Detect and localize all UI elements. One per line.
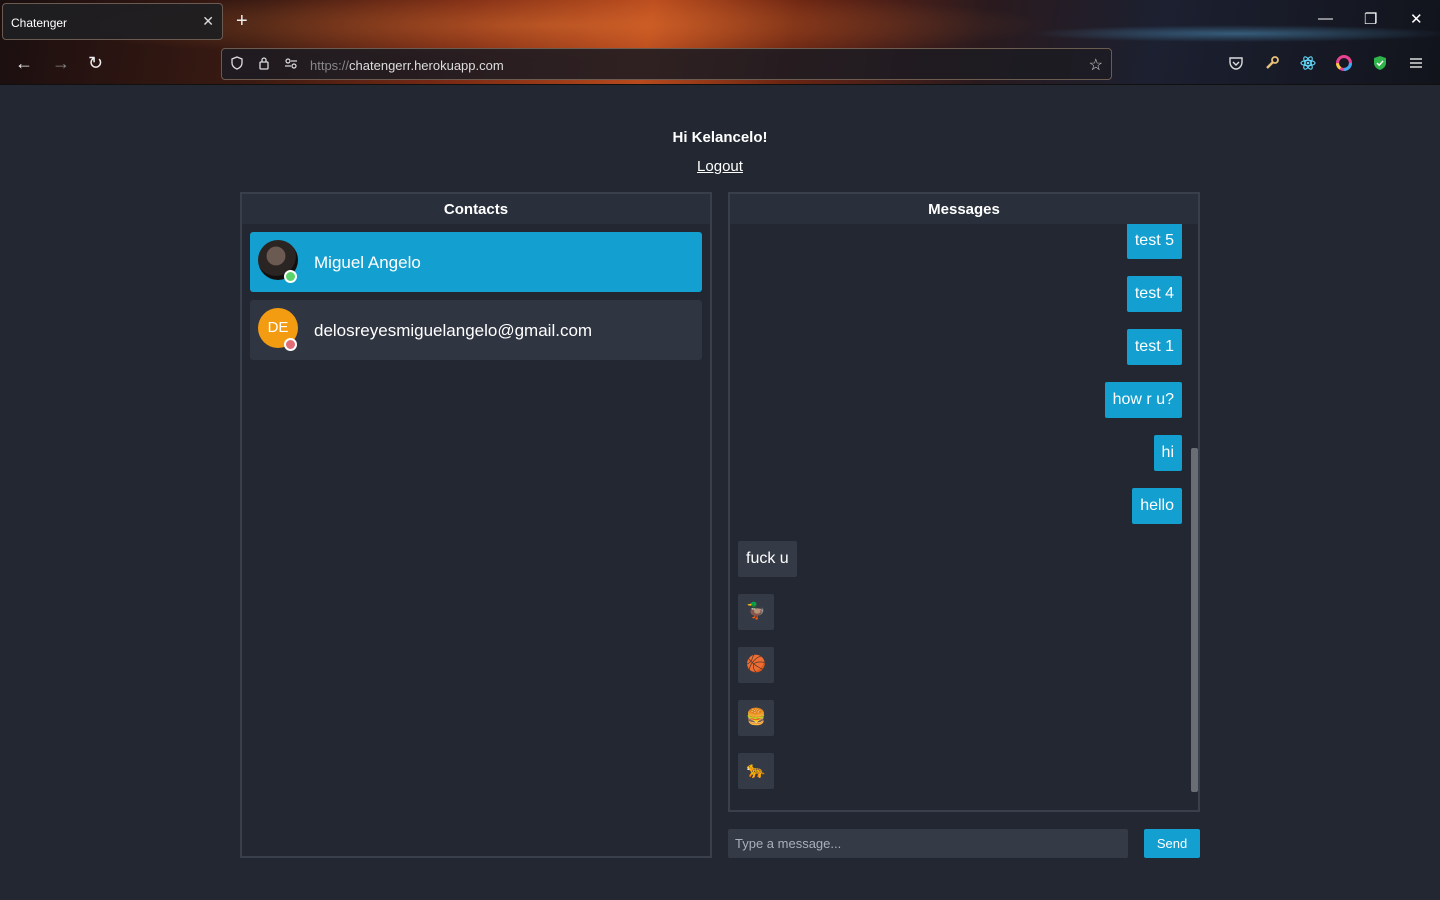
url-host: chatengerr.herokuapp.com (349, 58, 504, 73)
contact-item-miguel-angelo[interactable]: Miguel Angelo (250, 232, 702, 292)
reload-icon[interactable]: ↻ (88, 53, 103, 74)
security-icons (230, 56, 298, 73)
new-tab-icon[interactable]: + (236, 10, 248, 33)
contacts-header: Contacts (242, 194, 710, 224)
pocket-icon[interactable] (1228, 55, 1244, 75)
forward-icon[interactable]: → (52, 53, 70, 74)
contact-name: Miguel Angelo (314, 253, 421, 272)
shield-icon (231, 56, 243, 70)
message-scrollbar[interactable] (1190, 224, 1198, 810)
message-received: fuck u (738, 541, 797, 577)
url-scheme: https:// (310, 58, 350, 73)
message-received-emoji: 🏀 (738, 647, 774, 683)
messages-panel: Messages test 5 test 4 test 1 how r u? h… (728, 192, 1200, 812)
restore-icon[interactable]: ❐ (1364, 10, 1377, 28)
browser-tab[interactable]: Chatenger ✕ (2, 3, 223, 40)
close-window-icon[interactable]: ✕ (1410, 10, 1423, 28)
wrench-extension-icon[interactable] (1264, 55, 1280, 75)
message-sent: hello (1132, 488, 1182, 524)
message-received-emoji: 🦆 (738, 594, 774, 630)
bookmark-star-icon[interactable]: ☆ (1089, 55, 1103, 75)
menu-hamburger-icon[interactable] (1408, 55, 1424, 75)
permissions-icon (284, 58, 297, 69)
send-button[interactable]: Send (1144, 829, 1200, 858)
messages-header: Messages (730, 194, 1198, 224)
tab-close-icon[interactable]: ✕ (202, 13, 214, 30)
color-picker-extension-icon[interactable] (1336, 55, 1352, 75)
contacts-panel: Contacts Miguel Angelo DE delosreyesmigu… (240, 192, 712, 858)
message-received-emoji: 🍔 (738, 700, 774, 736)
address-bar[interactable]: https://chatengerr.herokuapp.com ☆ (221, 48, 1112, 80)
greeting-text: Hi Kelancelo! (672, 129, 768, 146)
message-input[interactable] (728, 829, 1128, 858)
message-received-emoji: 🐆 (738, 753, 774, 789)
message-sent: test 4 (1126, 276, 1182, 312)
message-sent: test 5 (1126, 224, 1182, 259)
message-sent: hi (1153, 435, 1182, 471)
back-icon[interactable]: ← (15, 53, 33, 74)
message-list[interactable]: test 5 test 4 test 1 how r u? hi hello f… (730, 224, 1198, 810)
minimize-icon[interactable]: — (1318, 10, 1333, 27)
adblock-shield-icon[interactable] (1372, 55, 1388, 75)
contact-item-email[interactable]: DE delosreyesmiguelangelo@gmail.com (250, 300, 702, 360)
lock-icon (259, 57, 269, 70)
message-sent: how r u? (1104, 382, 1182, 418)
offline-status-dot (284, 338, 297, 351)
logout-link[interactable]: Logout (0, 158, 1440, 175)
url-text[interactable]: https://chatengerr.herokuapp.com (310, 58, 504, 73)
scrollbar-thumb[interactable] (1191, 448, 1198, 792)
react-devtools-icon[interactable] (1300, 55, 1316, 75)
contact-name: delosreyesmiguelangelo@gmail.com (314, 321, 593, 340)
message-sent: test 1 (1126, 329, 1182, 365)
online-status-dot (284, 270, 297, 283)
tab-title: Chatenger (11, 16, 68, 30)
